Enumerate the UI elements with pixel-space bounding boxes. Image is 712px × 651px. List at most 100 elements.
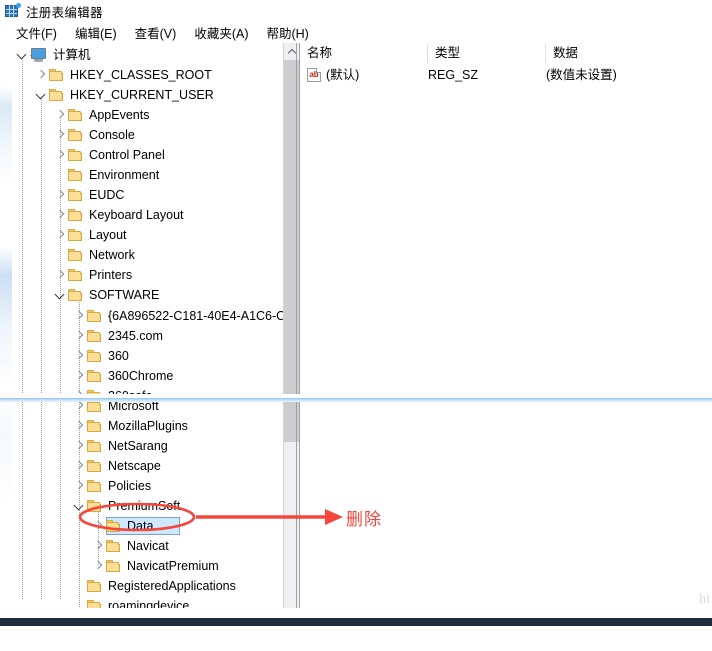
folder-icon (68, 108, 84, 122)
tree-item[interactable]: HKEY_CLASSES_ROOT (0, 65, 212, 85)
chevron-right-icon[interactable] (71, 418, 87, 434)
tree-item-label: RegisteredApplications (108, 579, 236, 593)
tree-item[interactable]: RegisteredApplications (0, 576, 236, 596)
folder-icon (87, 499, 103, 513)
tree-leaf-connector (52, 247, 68, 263)
chevron-right-icon[interactable] (52, 227, 68, 243)
folder-icon (49, 88, 65, 102)
tree-item-selected[interactable]: Data (0, 516, 180, 536)
cell-value-data: (数值未设置) (546, 68, 617, 82)
tree-item[interactable]: Environment (0, 165, 159, 185)
folder-icon (68, 188, 84, 202)
chevron-down-icon[interactable] (71, 498, 87, 514)
tree-item-label: 360Chrome (108, 369, 174, 383)
folder-icon (87, 369, 103, 383)
cell-value-type: REG_SZ (428, 68, 479, 82)
tree-item[interactable]: 360Chrome (0, 366, 173, 386)
status-bar-dark-strip (0, 618, 712, 626)
tree-item[interactable]: Console (0, 125, 135, 145)
chevron-down-icon[interactable] (33, 87, 49, 103)
tree-item[interactable]: Keyboard Layout (0, 205, 184, 225)
screenshot-edge-artifact (0, 86, 12, 651)
tree-item[interactable]: SOFTWARE (0, 285, 159, 305)
folder-icon (87, 309, 103, 323)
registry-tree-pane[interactable]: 计算机 HKEY_CLASSES_ROOT HKEY_CURRENT_USER App… (0, 43, 283, 608)
chevron-right-icon[interactable] (71, 438, 87, 454)
folder-icon (87, 329, 103, 343)
tree-item[interactable]: PremiumSoft (0, 496, 180, 516)
tree-item-label: HKEY_CURRENT_USER (70, 88, 214, 102)
tree-item-label: Policies (108, 479, 152, 493)
tree-item[interactable]: Netscape (0, 456, 161, 476)
chevron-right-icon[interactable] (52, 207, 68, 223)
tree-item[interactable]: 360 (0, 346, 129, 366)
tree-item-label: roamingdevice (108, 599, 190, 608)
column-header-data[interactable]: 数据 (546, 43, 578, 64)
tree-item[interactable]: EUDC (0, 185, 124, 205)
folder-icon (87, 349, 103, 363)
tree-item[interactable]: 2345.com (0, 326, 163, 346)
folder-icon (87, 599, 103, 608)
string-value-ab-icon: ab (307, 68, 321, 82)
tree-item-label: Network (89, 248, 135, 262)
tree-leaf-connector (52, 167, 68, 183)
tree-item[interactable]: NavicatPremium (0, 556, 219, 576)
tree-item-label: Console (89, 128, 135, 142)
folder-icon (68, 168, 84, 182)
folder-icon (68, 268, 84, 282)
menu-bar: 文件(F) 编辑(E) 查看(V) 收藏夹(A) 帮助(H) (0, 22, 712, 43)
chevron-right-icon[interactable] (52, 107, 68, 123)
tree-item[interactable]: MozillaPlugins (0, 416, 188, 436)
menu-item-file[interactable]: 文件(F) (8, 21, 67, 44)
menu-item-view[interactable]: 查看(V) (127, 21, 187, 44)
title-bar: 注册表编辑器 (0, 0, 712, 22)
chevron-right-icon[interactable] (52, 147, 68, 163)
chevron-right-icon[interactable] (90, 558, 106, 574)
chevron-right-icon[interactable] (71, 478, 87, 494)
folder-icon (68, 128, 84, 142)
chevron-right-icon[interactable] (52, 267, 68, 283)
tree-item[interactable]: NetSarang (0, 436, 168, 456)
tree-leaf-connector (71, 578, 87, 594)
tree-item[interactable]: AppEvents (0, 105, 149, 125)
values-list-pane[interactable]: 名称 类型 数据 ab (默认) REG_SZ (数值未设置) (300, 43, 712, 608)
tree-item[interactable]: Policies (0, 476, 151, 496)
cell-value-name: (默认) (326, 68, 360, 82)
chevron-right-icon[interactable] (71, 348, 87, 364)
tree-item[interactable]: HKEY_CURRENT_USER (0, 85, 214, 105)
tree-item[interactable]: Printers (0, 265, 132, 285)
tree-item-label: 360 (108, 349, 129, 363)
chevron-down-icon[interactable] (14, 47, 30, 63)
tree-item[interactable]: Network (0, 245, 135, 265)
tree-item[interactable]: Layout (0, 225, 127, 245)
tree-item[interactable]: Control Panel (0, 145, 165, 165)
table-row[interactable]: ab (默认) REG_SZ (数值未设置) (300, 65, 712, 85)
folder-icon (49, 68, 65, 82)
chevron-right-icon[interactable] (71, 308, 87, 324)
chevron-right-icon[interactable] (33, 67, 49, 83)
chevron-right-icon[interactable] (90, 518, 106, 534)
menu-item-help[interactable]: 帮助(H) (258, 21, 318, 44)
column-header-type[interactable]: 类型 (428, 43, 460, 64)
column-header-name[interactable]: 名称 (300, 43, 332, 64)
menu-item-edit[interactable]: 编辑(E) (67, 21, 127, 44)
tree-item-label: Control Panel (89, 148, 165, 162)
tree-item[interactable]: Navicat (0, 536, 169, 556)
chevron-down-icon[interactable] (52, 287, 68, 303)
tree-item-label: AppEvents (89, 108, 150, 122)
folder-icon (106, 539, 122, 553)
chevron-right-icon[interactable] (71, 368, 87, 384)
folder-icon (87, 459, 103, 473)
menu-item-favorites[interactable]: 收藏夹(A) (186, 21, 258, 44)
chevron-right-icon[interactable] (90, 538, 106, 554)
tree-item[interactable]: 计算机 (0, 45, 91, 65)
tree-item[interactable]: {6A896522-C181-40E4-A1C6-C (0, 306, 283, 326)
chevron-right-icon[interactable] (71, 458, 87, 474)
chevron-right-icon[interactable] (52, 127, 68, 143)
chevron-right-icon[interactable] (52, 187, 68, 203)
window-body: 计算机 HKEY_CLASSES_ROOT HKEY_CURRENT_USER App… (0, 43, 712, 651)
chevron-right-icon[interactable] (71, 328, 87, 344)
tree-item[interactable]: roamingdevice (0, 596, 189, 608)
folder-icon (68, 148, 84, 162)
folder-icon (106, 559, 122, 573)
